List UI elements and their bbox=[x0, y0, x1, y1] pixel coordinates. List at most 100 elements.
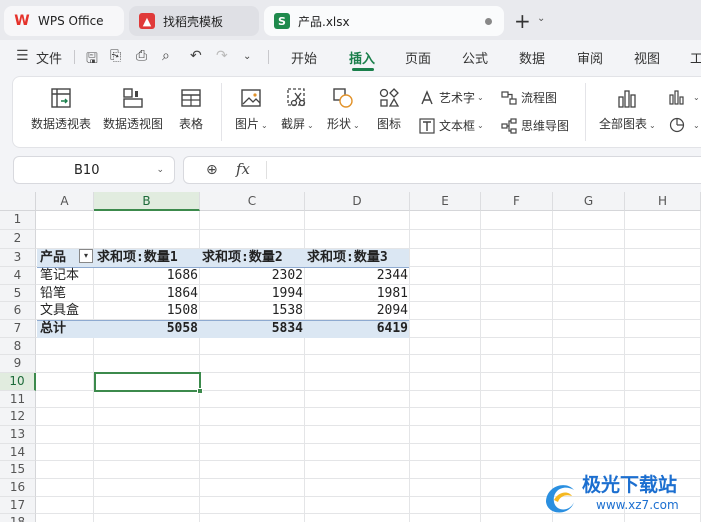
select-all-corner[interactable] bbox=[0, 192, 36, 211]
function-icon[interactable]: fx bbox=[236, 160, 250, 178]
watermark-url: www.xz7.com bbox=[596, 498, 679, 512]
shapes-icon bbox=[333, 88, 354, 108]
menu-tab-review[interactable]: 审阅 bbox=[577, 48, 603, 67]
pivot-chart-label: 数据透视图 bbox=[103, 117, 164, 131]
row-header-16[interactable]: 16 bbox=[0, 479, 36, 497]
export-icon[interactable]: ⎘ bbox=[110, 48, 121, 64]
row-header-17[interactable]: 17 bbox=[0, 497, 36, 514]
all-charts-button[interactable]: 全部图表 ⌄ bbox=[599, 87, 656, 132]
menu-tab-view[interactable]: 视图 bbox=[634, 48, 660, 67]
row-header-18[interactable]: 18 bbox=[0, 514, 36, 522]
pivot-table-label: 数据透视表 bbox=[31, 117, 92, 131]
save-icon[interactable]: 🖫 bbox=[86, 48, 98, 72]
pivot-cell: 1686 bbox=[166, 268, 198, 283]
menu-tab-tools[interactable]: 工 bbox=[690, 48, 701, 67]
row-header-12[interactable]: 12 bbox=[0, 408, 36, 426]
table-icon bbox=[181, 89, 201, 107]
mindmap-button[interactable]: 思维导图 bbox=[501, 117, 569, 134]
watermark-title: 极光下载站 bbox=[582, 474, 678, 496]
pivot-total-cell: 5058 bbox=[166, 321, 198, 336]
print-preview-icon[interactable]: ⌕ bbox=[162, 48, 170, 64]
menu-tab-formula[interactable]: 公式 bbox=[462, 48, 488, 67]
row-header-6[interactable]: 6 bbox=[0, 302, 36, 320]
column-header-h[interactable]: H bbox=[625, 192, 701, 211]
pivot-cell: 2344 bbox=[376, 268, 408, 283]
row-header-14[interactable]: 14 bbox=[0, 444, 36, 461]
chevron-down-icon[interactable]: ⌄ bbox=[156, 165, 164, 175]
row-header-7[interactable]: 7 bbox=[0, 320, 36, 338]
flowchart-button[interactable]: 流程图 bbox=[501, 89, 557, 106]
pivot-cell: 1994 bbox=[271, 286, 303, 301]
filter-dropdown-icon[interactable]: ▾ bbox=[79, 249, 93, 263]
unsaved-dot-icon[interactable] bbox=[485, 18, 492, 25]
column-chart-button[interactable]: ⌄ bbox=[669, 89, 700, 105]
row-header-5[interactable]: 5 bbox=[0, 285, 36, 302]
divider bbox=[74, 50, 75, 64]
chevron-down-icon[interactable]: ⌄ bbox=[243, 51, 251, 62]
redo-icon[interactable]: ↷ bbox=[216, 48, 228, 64]
new-tab-plus-icon[interactable]: + bbox=[514, 9, 531, 33]
row-header-8[interactable]: 8 bbox=[0, 338, 36, 355]
row-header-13[interactable]: 13 bbox=[0, 426, 36, 444]
mindmap-label: 思维导图 bbox=[521, 119, 570, 133]
row-header-9[interactable]: 9 bbox=[0, 355, 36, 373]
menu-tab-home[interactable]: 开始 bbox=[291, 48, 317, 67]
shape-button[interactable]: 形状 ⌄ bbox=[327, 87, 360, 132]
formula-bar[interactable]: ⊕ fx bbox=[183, 156, 701, 184]
menu-tab-data[interactable]: 数据 bbox=[519, 48, 545, 67]
tab-docer-templates[interactable]: ▲ 找稻壳模板 bbox=[129, 6, 259, 36]
row-header-11[interactable]: 11 bbox=[0, 391, 36, 408]
active-cell-selection[interactable] bbox=[94, 372, 201, 392]
docer-icon: ▲ bbox=[139, 13, 155, 29]
wordart-icon bbox=[421, 89, 433, 104]
row-header-1[interactable]: 1 bbox=[0, 211, 36, 230]
row-header-4[interactable]: 4 bbox=[0, 267, 36, 285]
name-box[interactable]: B10 ⌄ bbox=[13, 156, 175, 184]
column-header-g[interactable]: G bbox=[553, 192, 625, 211]
row-header-15[interactable]: 15 bbox=[0, 461, 36, 479]
menu-tab-page[interactable]: 页面 bbox=[405, 48, 431, 67]
fill-handle[interactable] bbox=[197, 388, 203, 394]
pivot-cell: 1981 bbox=[376, 286, 408, 301]
pivot-cell: 1538 bbox=[271, 303, 303, 318]
pivot-row-label: 铅笔 bbox=[40, 286, 67, 301]
chevron-down-icon[interactable]: ⌄ bbox=[537, 13, 545, 24]
zoom-search-icon[interactable]: ⊕ bbox=[206, 162, 218, 178]
screenshot-button[interactable]: 截屏 ⌄ bbox=[281, 87, 314, 132]
pivot-chart-icon bbox=[123, 88, 143, 108]
tab-wps-office[interactable]: W WPS Office bbox=[4, 6, 124, 36]
tab-label: WPS Office bbox=[38, 14, 104, 28]
pivot-table-button[interactable]: 数据透视表 bbox=[31, 87, 91, 132]
gridline bbox=[36, 425, 701, 426]
textbox-icon bbox=[419, 117, 435, 134]
pivot-chart-button[interactable]: 数据透视图 bbox=[103, 87, 163, 132]
gridline bbox=[36, 229, 701, 230]
pivot-cell: 1864 bbox=[166, 286, 198, 301]
picture-button[interactable]: 图片 ⌄ bbox=[235, 87, 268, 132]
menu-tab-insert[interactable]: 插入 bbox=[349, 48, 375, 67]
undo-icon[interactable]: ↶ bbox=[190, 48, 202, 64]
pie-chart-icon bbox=[669, 117, 685, 133]
file-menu[interactable]: 文件 bbox=[36, 48, 62, 67]
tab-product-xlsx[interactable]: S 产品.xlsx bbox=[264, 6, 504, 36]
column-header-b[interactable]: B bbox=[94, 192, 200, 211]
column-header-d[interactable]: D bbox=[305, 192, 410, 211]
wordart-button[interactable]: 艺术字 ⌄ bbox=[419, 89, 484, 106]
row-header-10[interactable]: 10 bbox=[0, 373, 36, 391]
row-header-2[interactable]: 2 bbox=[0, 230, 36, 249]
column-header-a[interactable]: A bbox=[36, 192, 94, 211]
menu-row: ☰ 文件 🖫 ⎘ ⎙ ⌕ ↶ ↷ ⌄ 开始 插入 页面 公式 数据 审阅 视图 … bbox=[0, 40, 701, 72]
column-header-c[interactable]: C bbox=[200, 192, 305, 211]
pie-chart-button[interactable]: ⌄ bbox=[669, 117, 700, 133]
textbox-button[interactable]: 文本框 ⌄ bbox=[419, 117, 484, 134]
hamburger-menu-icon[interactable]: ☰ bbox=[16, 48, 29, 64]
table-button[interactable]: 表格 bbox=[179, 87, 203, 132]
tab-label: 产品.xlsx bbox=[298, 14, 350, 29]
column-header-f[interactable]: F bbox=[481, 192, 553, 211]
pivot-cell: 1508 bbox=[166, 303, 198, 318]
row-header-3[interactable]: 3 bbox=[0, 249, 36, 267]
icon-button[interactable]: 图标 bbox=[377, 87, 401, 132]
screenshot-label: 截屏 ⌄ bbox=[281, 117, 314, 131]
column-header-e[interactable]: E bbox=[410, 192, 481, 211]
print-icon[interactable]: ⎙ bbox=[136, 48, 147, 64]
